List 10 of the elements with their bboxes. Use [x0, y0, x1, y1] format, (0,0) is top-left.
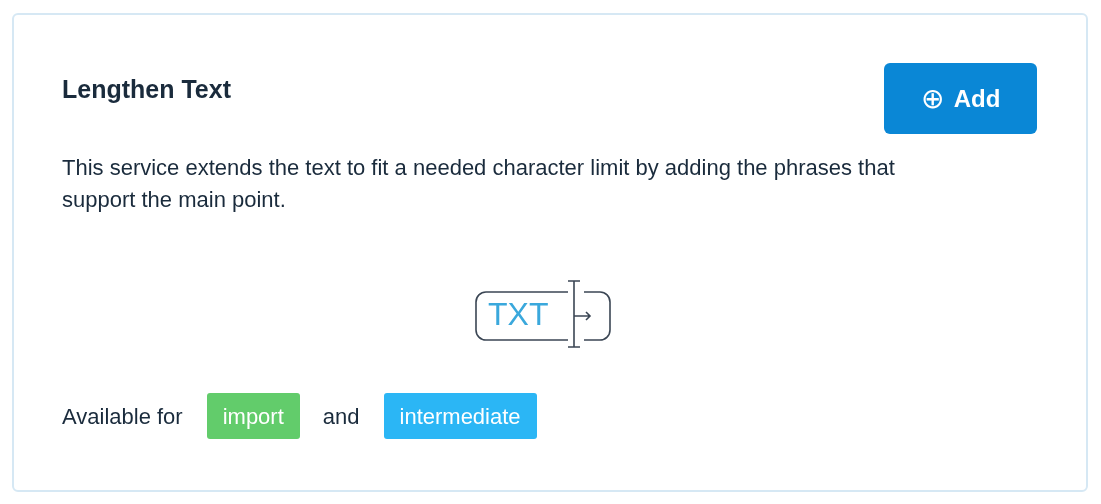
add-icon: ⊕ — [920, 84, 944, 113]
description: This service extends the text to fit a needed character limit by adding the phrases that support the main point. — [62, 154, 896, 214]
availability-label: Available for — [62, 402, 183, 431]
illustration-label: TXT — [488, 295, 549, 334]
tag: import — [206, 393, 300, 439]
text-cursor-frame-icon — [474, 280, 612, 348]
tag: intermediate — [383, 393, 537, 439]
add-button[interactable]: ⊕ Add — [884, 63, 1037, 134]
card-title: Lengthen Text — [62, 74, 231, 105]
conjunction-text: and — [322, 402, 360, 431]
